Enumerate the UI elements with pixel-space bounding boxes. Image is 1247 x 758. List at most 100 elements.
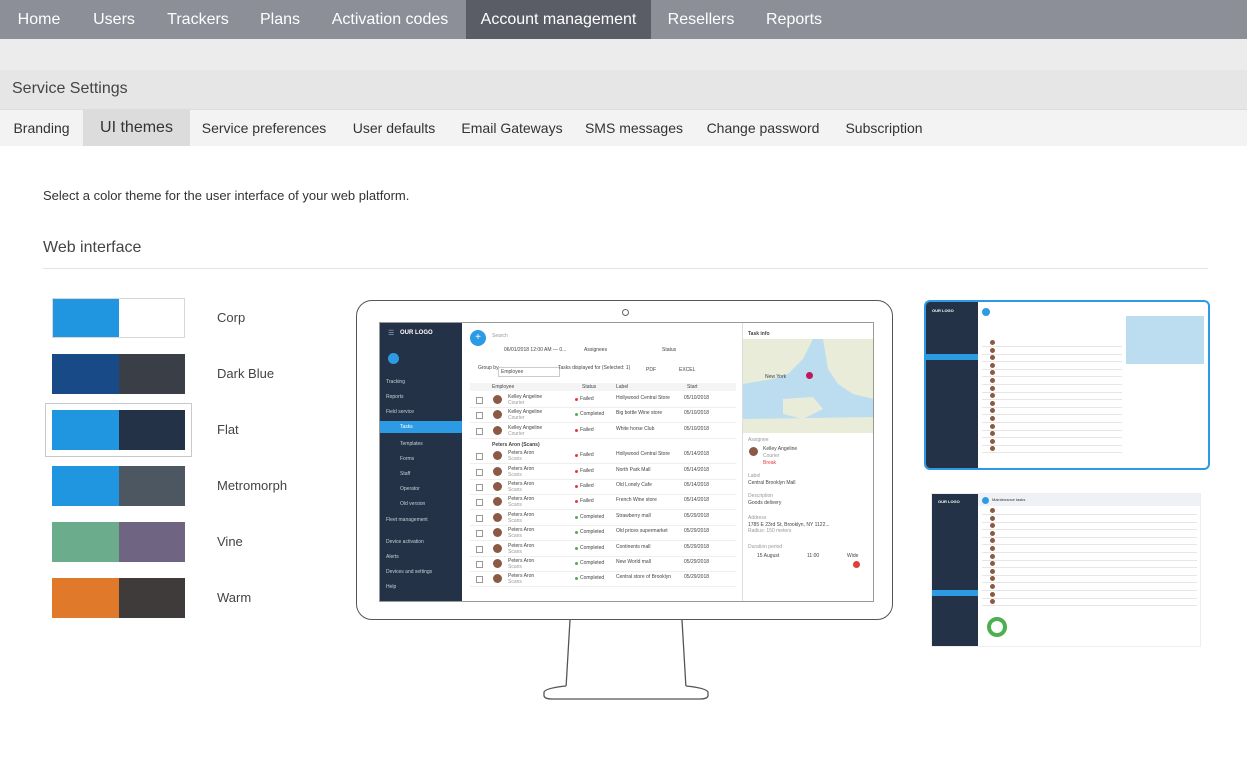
tab-ui-themes[interactable]: UI themes [83,110,190,146]
row-checkbox [476,427,483,435]
theme-swatch-flat[interactable] [52,410,185,450]
row-status: Completed [580,513,605,520]
row-label: Hollywood Central Store [616,451,670,458]
nav-plans[interactable]: Plans [248,0,312,39]
thumb-row-avatar [990,423,995,429]
thumb-row-avatar [990,393,995,399]
section-title: Web interface [43,239,142,256]
status-dot-icon [575,500,578,504]
nav-account-management[interactable]: Account management [466,0,651,39]
tab-email-gateways[interactable]: Email Gateways [450,110,574,146]
row-start: 05/29/2018 [684,559,710,565]
swatch-primary [52,578,119,618]
row-status: Completed [580,411,605,418]
thumb-title: Maintenance tasks [992,497,1026,502]
theme-name-flat[interactable]: Flat [217,422,239,437]
preview-menu-item: Tracking [386,379,405,385]
tab-service-preferences[interactable]: Service preferences [190,110,338,146]
tab-sms-messages[interactable]: SMS messages [574,110,694,146]
row-label: French Wine store [616,497,657,504]
nav-reports[interactable]: Reports [751,0,837,39]
nav-home[interactable]: Home [6,0,72,39]
theme-swatch-vine[interactable] [52,522,185,562]
tab-subscription[interactable]: Subscription [832,110,936,146]
nav-resellers[interactable]: Resellers [659,0,743,39]
theme-name-metromorph[interactable]: Metromorph [217,478,287,493]
row-label: Big bottle Wine store [616,410,663,417]
thumb-row [982,552,1197,553]
thumb-row [982,414,1122,416]
thumb-row [982,429,1122,431]
row-status: Completed [580,529,605,536]
swatch-primary [52,522,119,562]
row-start: 05/10/2018 [684,410,710,417]
thumb-row-avatar [990,362,995,368]
row-sub: Scans [508,502,522,509]
row-avatar [493,497,502,507]
thumb-row-avatar [990,355,995,361]
tab-change-password[interactable]: Change password [694,110,832,146]
preview-menu-item: Staff [400,471,411,477]
row-status: Completed [580,575,605,582]
row-avatar [493,512,502,522]
preview-menu-item-active: Tasks [380,421,462,433]
row-avatar [493,482,502,491]
tab-branding[interactable]: Branding [0,110,83,146]
theme-name-dark-blue[interactable]: Dark Blue [217,366,274,381]
swatch-secondary [118,410,185,450]
web-theme-preview-alt[interactable]: OUR LOGO Maintenance tasks [931,493,1201,647]
theme-swatch-corp[interactable] [52,298,185,338]
preview-menu-item: Forms [400,456,415,462]
thumb-row-avatar [990,416,995,421]
preview-group-by-label: Group by [478,365,499,371]
row-checkbox [476,412,483,420]
tab-user-defaults[interactable]: User defaults [338,110,450,146]
swatch-primary [52,410,119,450]
theme-swatch-warm[interactable] [52,578,185,618]
thumb-row [982,353,1122,355]
description-title: Description [748,493,774,499]
swatch-secondary [118,354,185,394]
row-divider [470,407,736,408]
assignee-state: Break [763,460,777,466]
assignee-role: Courier [763,453,780,459]
preview-menu-item: Device activation [386,539,424,545]
row-start: 05/14/2018 [684,497,710,504]
swatch-primary [52,354,119,394]
thumb-active-item [932,590,978,596]
row-divider [470,571,736,572]
row-avatar [493,574,502,584]
status-dot-icon [575,413,578,417]
row-avatar [493,410,502,420]
row-divider [470,509,736,511]
page-title: Service Settings [12,80,128,97]
row-start: 05/29/2018 [684,574,710,581]
status-dot-icon [575,546,578,550]
row-label: Old prices supermarket [616,528,668,535]
description-value: Goods delivery [748,500,782,506]
theme-name-vine[interactable]: Vine [217,534,243,549]
thumb-row-avatar [990,340,995,345]
preview-group-by-select: Employee [498,367,560,377]
theme-swatch-dark-blue[interactable] [52,354,185,394]
web-theme-preview-flat[interactable]: OUR LOGO [924,300,1210,470]
task-info-panel: Task info New York Assignee Kelley Angel… [742,323,873,601]
address-radius: Radius: 150 meters [748,528,792,534]
period-status: Wide [847,553,859,559]
nav-trackers[interactable]: Trackers [156,0,240,39]
theme-swatch-metromorph[interactable] [52,466,185,506]
row-avatar [493,528,502,538]
theme-name-corp[interactable]: Corp [217,310,245,325]
monitor-stand [543,619,709,700]
row-start: 05/29/2018 [684,543,710,550]
swatch-secondary [118,522,185,562]
theme-name-warm[interactable]: Warm [217,590,251,605]
thumb-row-avatar [990,370,995,376]
preview-status: Status [662,347,677,353]
nav-activation-codes[interactable]: Activation codes [320,0,460,39]
thumb-row [982,605,1197,607]
nav-users[interactable]: Users [80,0,148,39]
thumb-row-avatar [990,591,995,597]
thumb-row-avatar [990,530,995,536]
preview-search: Search [492,333,508,339]
